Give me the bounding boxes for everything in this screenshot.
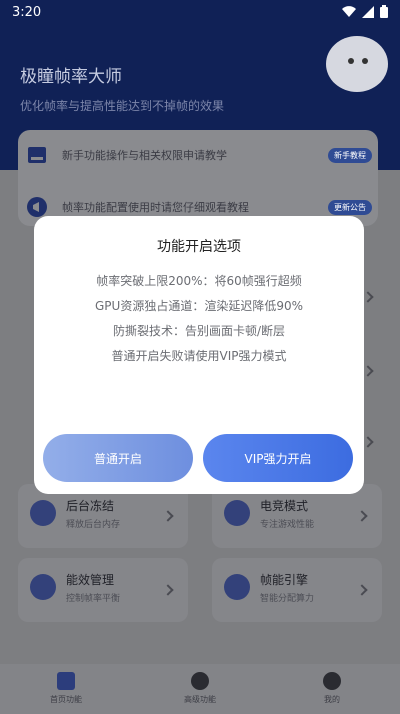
feature-title: 电竞模式: [260, 499, 309, 513]
dialog-line: 防撕裂技术：告别画面卡顿/断层: [112, 324, 286, 338]
tab-label: 高级功能: [184, 695, 216, 704]
dialog-line: 普通开启失败请使用VIP强力模式: [111, 349, 287, 363]
esports-icon: [224, 500, 250, 526]
feature-subtitle: 释放后台内存: [66, 520, 121, 530]
power-icon: [30, 574, 56, 600]
vip-enable-button[interactable]: VIP强力开启: [203, 434, 353, 482]
chevron-right-icon: [162, 510, 174, 522]
status-bar: 3:20: [0, 0, 400, 26]
feature-subtitle: 控制帧率平衡: [66, 594, 121, 604]
aperture-icon: [191, 672, 209, 690]
signal-icon: [362, 5, 374, 18]
notice-text: 帧率功能配置使用时请您仔细观看教程: [62, 201, 249, 214]
notice-row-tutorial[interactable]: 新手功能操作与相关权限申请教学 新手教程: [26, 140, 372, 170]
bottom-tab-bar: 首页功能 高级功能 我的: [0, 664, 400, 714]
mascot-eye-icon: [348, 58, 354, 64]
chevron-right-icon: [362, 365, 374, 377]
app-title: 极瞳帧率大师: [20, 67, 122, 87]
feature-title: 后台冻结: [66, 499, 115, 513]
notice-badge[interactable]: 新手教程: [328, 147, 372, 163]
mascot-eye-icon: [362, 58, 368, 64]
chevron-right-icon: [356, 584, 368, 596]
feature-card-frame-engine[interactable]: 帧能引擎 智能分配算力: [212, 558, 382, 622]
chevron-right-icon: [356, 510, 368, 522]
dialog-title: 功能开启选项: [157, 239, 241, 255]
chevron-right-icon: [362, 291, 374, 303]
chevron-right-icon: [362, 436, 374, 448]
mascot-avatar: [326, 36, 388, 92]
megaphone-icon: [26, 196, 48, 218]
cube-icon: [57, 672, 75, 690]
dialog-line: GPU资源独占通道：渲染延迟降低90%: [95, 299, 303, 313]
tab-label: 我的: [324, 695, 340, 704]
tab-label: 首页功能: [50, 695, 82, 704]
feature-options-dialog: 功能开启选项 帧率突破上限200%：将60帧强行超频 GPU资源独占通道：渲染延…: [34, 216, 364, 494]
feature-title: 能效管理: [66, 573, 115, 587]
tab-advanced[interactable]: 高级功能: [160, 672, 240, 705]
notice-text: 新手功能操作与相关权限申请教学: [62, 149, 227, 162]
freeze-icon: [30, 500, 56, 526]
feature-card-power-management[interactable]: 能效管理 控制帧率平衡: [18, 558, 188, 622]
status-time: 3:20: [12, 5, 42, 20]
app-subtitle: 优化帧率与提高性能达到不掉帧的效果: [20, 99, 225, 113]
notice-badge[interactable]: 更新公告: [328, 199, 372, 215]
chevron-right-icon: [162, 584, 174, 596]
feature-title: 帧能引擎: [260, 573, 309, 587]
feature-subtitle: 智能分配算力: [260, 594, 315, 604]
book-icon: [26, 144, 48, 166]
battery-icon: [380, 5, 388, 18]
dialog-line: 帧率突破上限200%：将60帧强行超频: [96, 274, 302, 288]
normal-enable-button[interactable]: 普通开启: [43, 434, 193, 482]
feature-subtitle: 专注游戏性能: [260, 520, 315, 530]
tab-home[interactable]: 首页功能: [26, 672, 106, 705]
tab-profile[interactable]: 我的: [292, 672, 372, 705]
status-icons: [342, 5, 388, 18]
engine-icon: [224, 574, 250, 600]
wifi-icon: [342, 5, 356, 17]
user-icon: [323, 672, 341, 690]
